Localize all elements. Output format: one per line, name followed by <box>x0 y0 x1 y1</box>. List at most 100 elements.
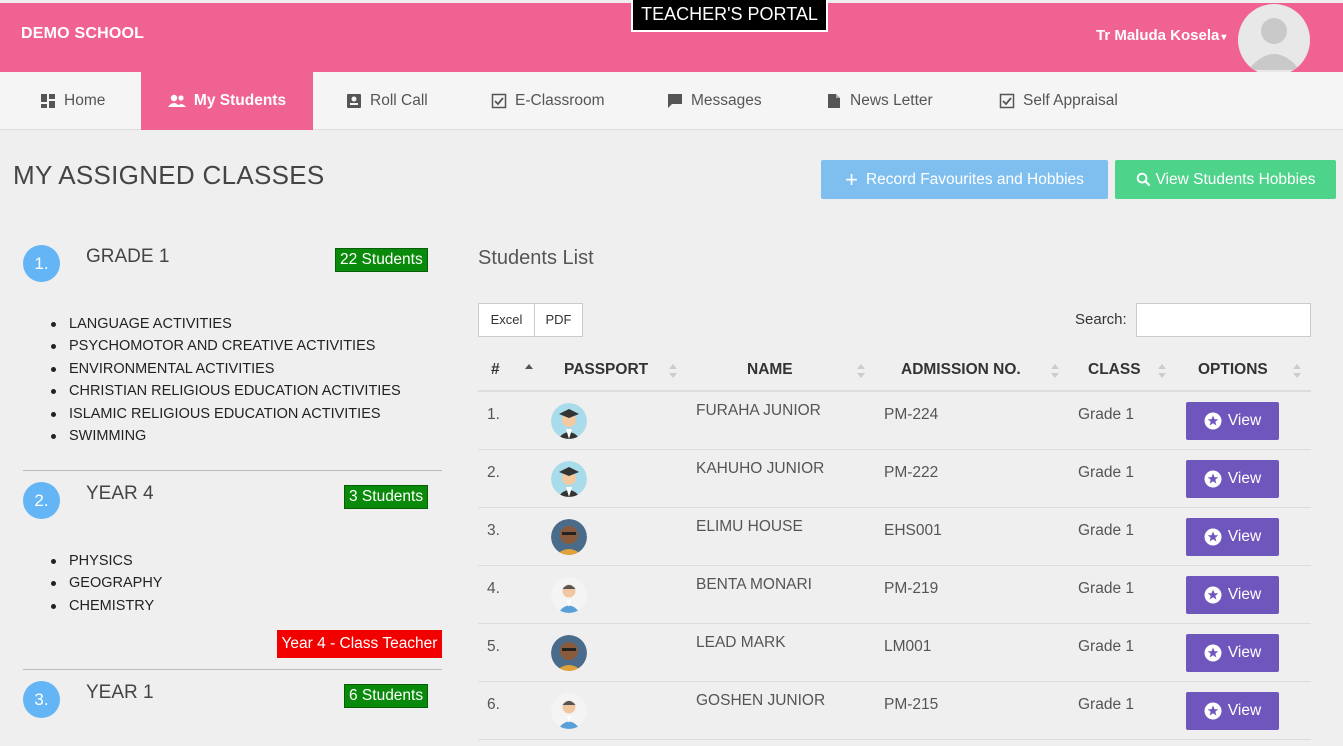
student-name: ELIMU HOUSE <box>696 518 803 535</box>
table-row: 2. KAHUHO JUNIOR PM-222 Grade 1 View <box>478 450 1311 508</box>
sort-asc-icon <box>525 364 533 369</box>
view-button[interactable]: View <box>1186 634 1279 672</box>
sort-icon <box>1051 364 1059 378</box>
nav-messages[interactable]: Messages <box>667 72 762 130</box>
class-number: 1. <box>23 245 60 282</box>
class-cell: Grade 1 <box>1078 406 1135 423</box>
star-circle-icon <box>1204 470 1222 488</box>
class-name[interactable]: GRADE 1 <box>86 246 169 268</box>
admission-number: PM-222 <box>884 464 939 481</box>
subject-item: SWIMMING <box>51 425 401 447</box>
view-label: View <box>1227 528 1262 545</box>
nav-roll-call[interactable]: Roll Call <box>346 72 428 130</box>
class-name[interactable]: YEAR 4 <box>86 483 154 505</box>
student-name: GOSHEN JUNIOR <box>696 692 826 709</box>
portal-title: TEACHER'S PORTAL <box>631 0 828 32</box>
divider <box>23 669 442 670</box>
caret-down-icon: ▾ <box>1221 32 1227 43</box>
photo-avatar-icon <box>551 519 587 555</box>
nav-home[interactable]: Home <box>40 72 105 130</box>
star-circle-icon <box>1204 586 1222 604</box>
row-number: 3. <box>487 522 500 539</box>
subject-item: PHYSICS <box>50 550 162 572</box>
subject-item: ISLAMIC RELIGIOUS EDUCATION ACTIVITIES <box>51 403 401 425</box>
search-icon <box>1136 172 1150 187</box>
sort-icon <box>857 364 865 378</box>
admission-number: PM-219 <box>884 580 939 597</box>
subject-item: ENVIRONMENTAL ACTIVITIES <box>51 358 401 380</box>
id-card-icon <box>347 94 361 108</box>
students-list-title: Students List <box>478 247 594 269</box>
document-icon <box>828 94 840 108</box>
view-button[interactable]: View <box>1186 460 1279 498</box>
view-hobbies-button[interactable]: View Students Hobbies <box>1115 160 1336 199</box>
column-header-class[interactable]: CLASS <box>1088 361 1141 379</box>
photo-avatar-icon <box>551 635 587 671</box>
nav-news-letter-label: News Letter <box>850 92 933 109</box>
users-icon <box>167 94 186 107</box>
table-row: 1. FURAHA JUNIOR PM-224 Grade 1 View <box>478 392 1311 450</box>
class-cell: Grade 1 <box>1078 522 1135 539</box>
nav-my-students[interactable]: My Students <box>141 72 313 130</box>
table-row: 4. BENTA MONARI PM-219 Grade 1 View <box>478 566 1311 624</box>
column-header-admission[interactable]: ADMISSION NO. <box>901 361 1021 379</box>
class-name[interactable]: YEAR 1 <box>86 682 154 704</box>
view-hobbies-label: View Students Hobbies <box>1155 170 1316 188</box>
main-nav: Home My Students Roll Call E-Classroom M… <box>0 72 1343 130</box>
student-name: KAHUHO JUNIOR <box>696 460 825 477</box>
subject-item: GEOGRAPHY <box>50 572 162 594</box>
column-header-number[interactable]: # <box>491 361 500 379</box>
table-row: 5. LEAD MARK LM001 Grade 1 View <box>478 624 1311 682</box>
sort-icon <box>1158 364 1166 378</box>
user-avatar[interactable] <box>1238 4 1310 76</box>
user-menu[interactable]: Tr Maluda Kosela ▾ <box>1096 27 1226 44</box>
sort-icon <box>669 364 677 378</box>
man-avatar-icon <box>551 693 587 729</box>
nav-home-label: Home <box>64 92 106 109</box>
view-button[interactable]: View <box>1186 402 1279 440</box>
nav-e-classroom[interactable]: E-Classroom <box>491 72 605 130</box>
view-label: View <box>1227 412 1262 429</box>
subject-list: PHYSICS GEOGRAPHY CHEMISTRY <box>50 550 162 617</box>
class-cell: Grade 1 <box>1078 464 1135 481</box>
nav-news-letter[interactable]: News Letter <box>826 72 933 130</box>
subject-item: CHRISTIAN RELIGIOUS EDUCATION ACTIVITIES <box>51 380 401 402</box>
row-number: 4. <box>487 580 500 597</box>
view-label: View <box>1227 470 1262 487</box>
view-button[interactable]: View <box>1186 692 1279 730</box>
record-hobbies-button[interactable]: + Record Favourites and Hobbies <box>821 160 1108 199</box>
search-input[interactable] <box>1136 303 1311 337</box>
page-title: MY ASSIGNED CLASSES <box>13 160 325 190</box>
nav-my-students-label: My Students <box>193 92 287 109</box>
graduate-avatar-icon <box>551 461 587 497</box>
view-label: View <box>1227 702 1262 719</box>
student-name: BENTA MONARI <box>696 576 812 593</box>
view-button[interactable]: View <box>1186 576 1279 614</box>
man-avatar-icon <box>551 577 587 613</box>
school-name[interactable]: DEMO SCHOOL <box>21 25 144 43</box>
pdf-export-button[interactable]: PDF <box>534 303 583 337</box>
admission-number: PM-224 <box>884 406 939 423</box>
subject-item: LANGUAGE ACTIVITIES <box>51 313 401 335</box>
class-teacher-badge: Year 4 - Class Teacher <box>277 630 442 658</box>
column-header-passport[interactable]: PASSPORT <box>564 361 648 379</box>
divider <box>23 470 442 471</box>
view-label: View <box>1227 586 1262 603</box>
dashboard-icon <box>41 94 55 108</box>
class-cell: Grade 1 <box>1078 580 1135 597</box>
student-name: LEAD MARK <box>696 634 786 651</box>
check-square-icon <box>999 93 1015 109</box>
view-button[interactable]: View <box>1186 518 1279 556</box>
nav-self-appraisal-label: Self Appraisal <box>1023 92 1118 109</box>
column-header-name[interactable]: NAME <box>747 361 793 379</box>
student-count-badge: 22 Students <box>335 248 428 272</box>
nav-self-appraisal[interactable]: Self Appraisal <box>999 72 1118 130</box>
search-label: Search: <box>1075 311 1127 328</box>
graduate-avatar-icon <box>551 403 587 439</box>
nav-e-classroom-label: E-Classroom <box>515 92 605 109</box>
record-hobbies-label: Record Favourites and Hobbies <box>865 170 1084 188</box>
excel-export-button[interactable]: Excel <box>478 303 535 337</box>
user-name: Tr Maluda Kosela <box>1096 27 1220 44</box>
nav-messages-label: Messages <box>691 92 762 109</box>
table-row: 6. GOSHEN JUNIOR PM-215 Grade 1 View <box>478 682 1311 740</box>
